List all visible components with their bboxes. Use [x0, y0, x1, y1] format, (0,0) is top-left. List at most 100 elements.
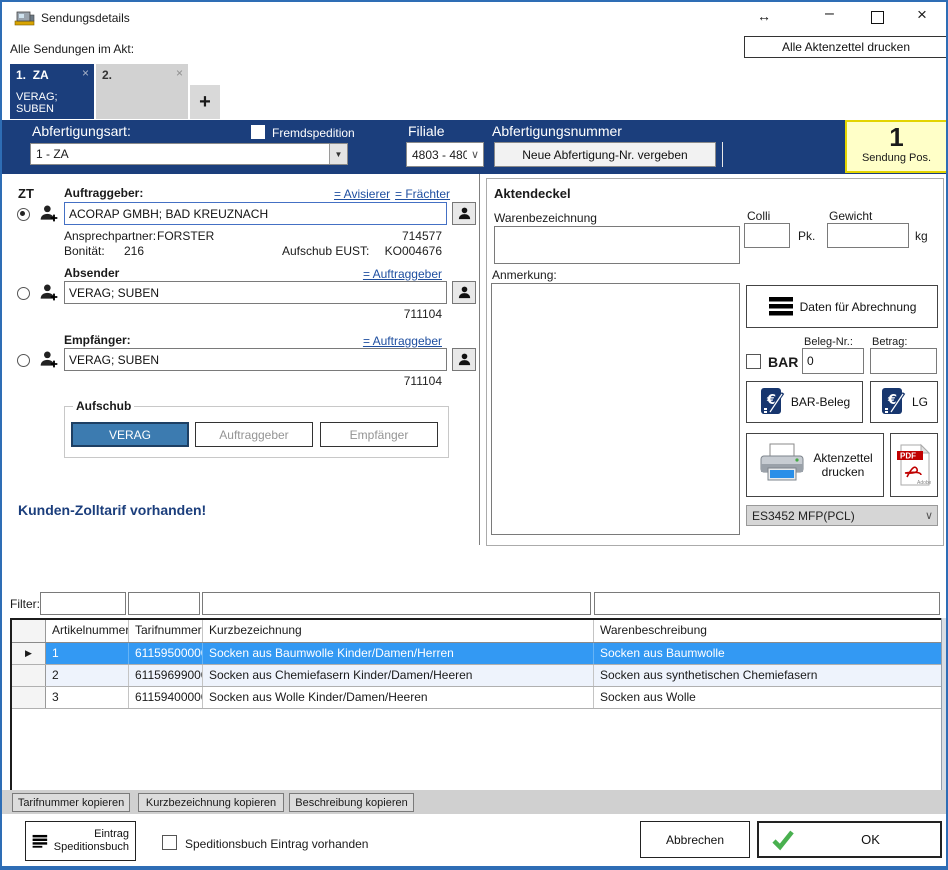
auftraggeber-label: Auftraggeber: — [64, 186, 143, 200]
colli-input[interactable] — [744, 223, 790, 248]
tab-close-icon[interactable]: × — [82, 67, 89, 79]
chevron-down-icon: ∨ — [467, 148, 483, 161]
person-add-icon[interactable] — [39, 282, 59, 305]
minimize-icon[interactable]: – — [825, 5, 834, 23]
beleg-nr-label: Beleg-Nr.: — [804, 336, 853, 348]
empfaenger-radio[interactable] — [17, 354, 30, 367]
tab-shipment-2[interactable]: 2. × — [96, 64, 188, 119]
pdf-button[interactable]: PDF Adobe — [890, 433, 938, 497]
anmerkung-textarea[interactable] — [491, 283, 740, 535]
speditionsbuch-checkbox[interactable] — [162, 835, 177, 850]
copy-kurzbezeichnung-button[interactable]: Kurzbezeichnung kopieren — [138, 793, 284, 812]
table-row[interactable]: 2 61159699000 Socken aus Chemiefasern Ki… — [12, 665, 943, 687]
fremdspedition-checkbox[interactable] — [251, 125, 265, 139]
bar-beleg-button[interactable]: € BAR-Beleg — [746, 381, 863, 423]
auftraggeber-input[interactable] — [64, 202, 447, 225]
svg-text:Adobe: Adobe — [917, 480, 931, 486]
filter-warenbeschreibung-input[interactable] — [594, 592, 940, 615]
ok-button[interactable]: OK — [757, 821, 942, 858]
aufschub-verag-button[interactable]: VERAG — [71, 422, 189, 447]
column-header[interactable]: Artikelnummer — [46, 620, 129, 642]
absender-radio[interactable] — [17, 287, 30, 300]
warenbezeichnung-input[interactable] — [494, 226, 740, 264]
empfaenger-person-button[interactable] — [452, 348, 476, 371]
copy-tarifnummer-button[interactable]: Tarifnummer kopieren — [12, 793, 130, 812]
close-icon[interactable]: × — [917, 5, 927, 25]
filter-artikelnummer-input[interactable] — [40, 592, 126, 615]
articles-table: Artikelnummer Tarifnummer Kurzbezeichnun… — [10, 618, 945, 794]
empfaenger-number: 711104 — [404, 374, 442, 388]
aufschub-eust-label: Aufschub EUST: — [282, 244, 369, 258]
gewicht-input[interactable] — [827, 223, 909, 248]
filter-kurzbezeichnung-input[interactable] — [202, 592, 591, 615]
filiale-select[interactable]: 4803 - 480 ∨ — [406, 142, 484, 167]
euro-document-icon: € — [880, 387, 906, 417]
table-row[interactable]: 3 61159400000 Socken aus Wolle Kinder/Da… — [12, 687, 943, 709]
table-row-selected[interactable]: ▶ 1 61159500000 Socken aus Baumwolle Kin… — [12, 643, 943, 665]
aufschub-auftraggeber-button[interactable]: Auftraggeber — [195, 422, 313, 447]
aufschub-empfaenger-button[interactable]: Empfänger — [320, 422, 438, 447]
abfertigungsnummer-label: Abfertigungsnummer — [492, 123, 622, 139]
tab-shipment-1[interactable]: 1. ZA × VERAG; SUBEN — [10, 64, 94, 119]
column-header[interactable]: Warenbeschreibung — [594, 620, 943, 642]
abbrechen-button[interactable]: Abbrechen — [640, 821, 750, 858]
zolltarif-note: Kunden-Zolltarif vorhanden! — [18, 502, 206, 518]
tab-close-icon[interactable]: × — [176, 67, 183, 79]
maximize-icon[interactable] — [871, 11, 884, 24]
absender-input[interactable] — [64, 281, 447, 304]
absender-label: Absender — [64, 266, 119, 280]
colli-label: Colli — [747, 209, 770, 223]
dropdown-arrow-icon: ▼ — [329, 144, 347, 164]
gewicht-label: Gewicht — [829, 209, 872, 223]
printer-select[interactable]: ES3452 MFP(PCL) ∨ — [746, 505, 938, 526]
anmerkung-label: Anmerkung: — [492, 268, 557, 282]
bar-label: BAR — [768, 354, 798, 370]
column-header[interactable]: Kurzbezeichnung — [203, 620, 594, 642]
chevron-down-icon: ∨ — [921, 509, 937, 522]
table-scrollbar[interactable] — [941, 618, 947, 790]
betrag-label: Betrag: — [872, 336, 907, 348]
ansprechpartner-label: Ansprechpartner: — [64, 229, 156, 243]
table-header-row: Artikelnummer Tarifnummer Kurzbezeichnun… — [12, 620, 943, 643]
person-add-icon[interactable] — [39, 203, 59, 226]
auftraggeber-person-button[interactable] — [452, 202, 476, 225]
filter-tarifnummer-input[interactable] — [128, 592, 200, 615]
divider — [722, 142, 723, 167]
column-header[interactable]: Tarifnummer — [129, 620, 203, 642]
row-selector-icon: ▶ — [25, 648, 32, 659]
beleg-nr-input[interactable] — [802, 348, 864, 374]
lg-button[interactable]: € LG — [870, 381, 938, 423]
daten-abrechnung-button[interactable]: Daten für Abrechnung — [746, 285, 938, 328]
absender-number: 711104 — [404, 307, 442, 321]
pdf-icon: PDF Adobe — [897, 443, 931, 487]
new-abfertigungsnummer-button[interactable]: Neue Abfertigung-Nr. vergeben — [494, 142, 716, 167]
aktenzettel-drucken-button[interactable]: Aktenzettel drucken — [746, 433, 884, 497]
filter-label: Filter: — [10, 597, 40, 611]
empfaenger-input[interactable] — [64, 348, 447, 371]
print-all-aktenzettel-button[interactable]: Alle Aktenzettel drucken — [744, 36, 948, 58]
absender-person-button[interactable] — [452, 281, 476, 304]
bar-checkbox[interactable] — [746, 354, 761, 369]
empfaenger-equals-auftraggeber-link[interactable]: = Auftraggeber — [363, 334, 442, 348]
person-add-icon[interactable] — [39, 349, 59, 372]
avisierer-link[interactable]: = Avisierer — [334, 187, 390, 201]
fraechter-link[interactable]: = Frächter — [395, 187, 450, 201]
auftraggeber-radio[interactable] — [17, 208, 30, 221]
resize-icon[interactable]: ↔ — [757, 8, 771, 24]
app-icon — [14, 9, 35, 29]
sendung-pos-box: 1 Sendung Pos. — [845, 120, 948, 173]
abfertigungsart-select[interactable]: 1 - ZA ▼ — [30, 143, 348, 165]
auftraggeber-number: 714577 — [402, 229, 442, 243]
person-icon — [457, 285, 472, 300]
person-icon — [457, 352, 472, 367]
absender-equals-auftraggeber-link[interactable]: = Auftraggeber — [363, 267, 442, 281]
add-tab-button[interactable]: + — [190, 85, 220, 119]
empfaenger-label: Empfänger: — [64, 333, 131, 347]
copy-beschreibung-button[interactable]: Beschreibung kopieren — [289, 793, 414, 812]
filiale-label: Filiale — [408, 123, 445, 139]
betrag-input[interactable] — [870, 348, 937, 374]
list-icon — [32, 831, 48, 851]
gewicht-unit: kg — [915, 229, 928, 243]
svg-text:PDF: PDF — [900, 452, 916, 461]
eintrag-speditionsbuch-button[interactable]: Eintrag Speditionsbuch — [25, 821, 136, 861]
